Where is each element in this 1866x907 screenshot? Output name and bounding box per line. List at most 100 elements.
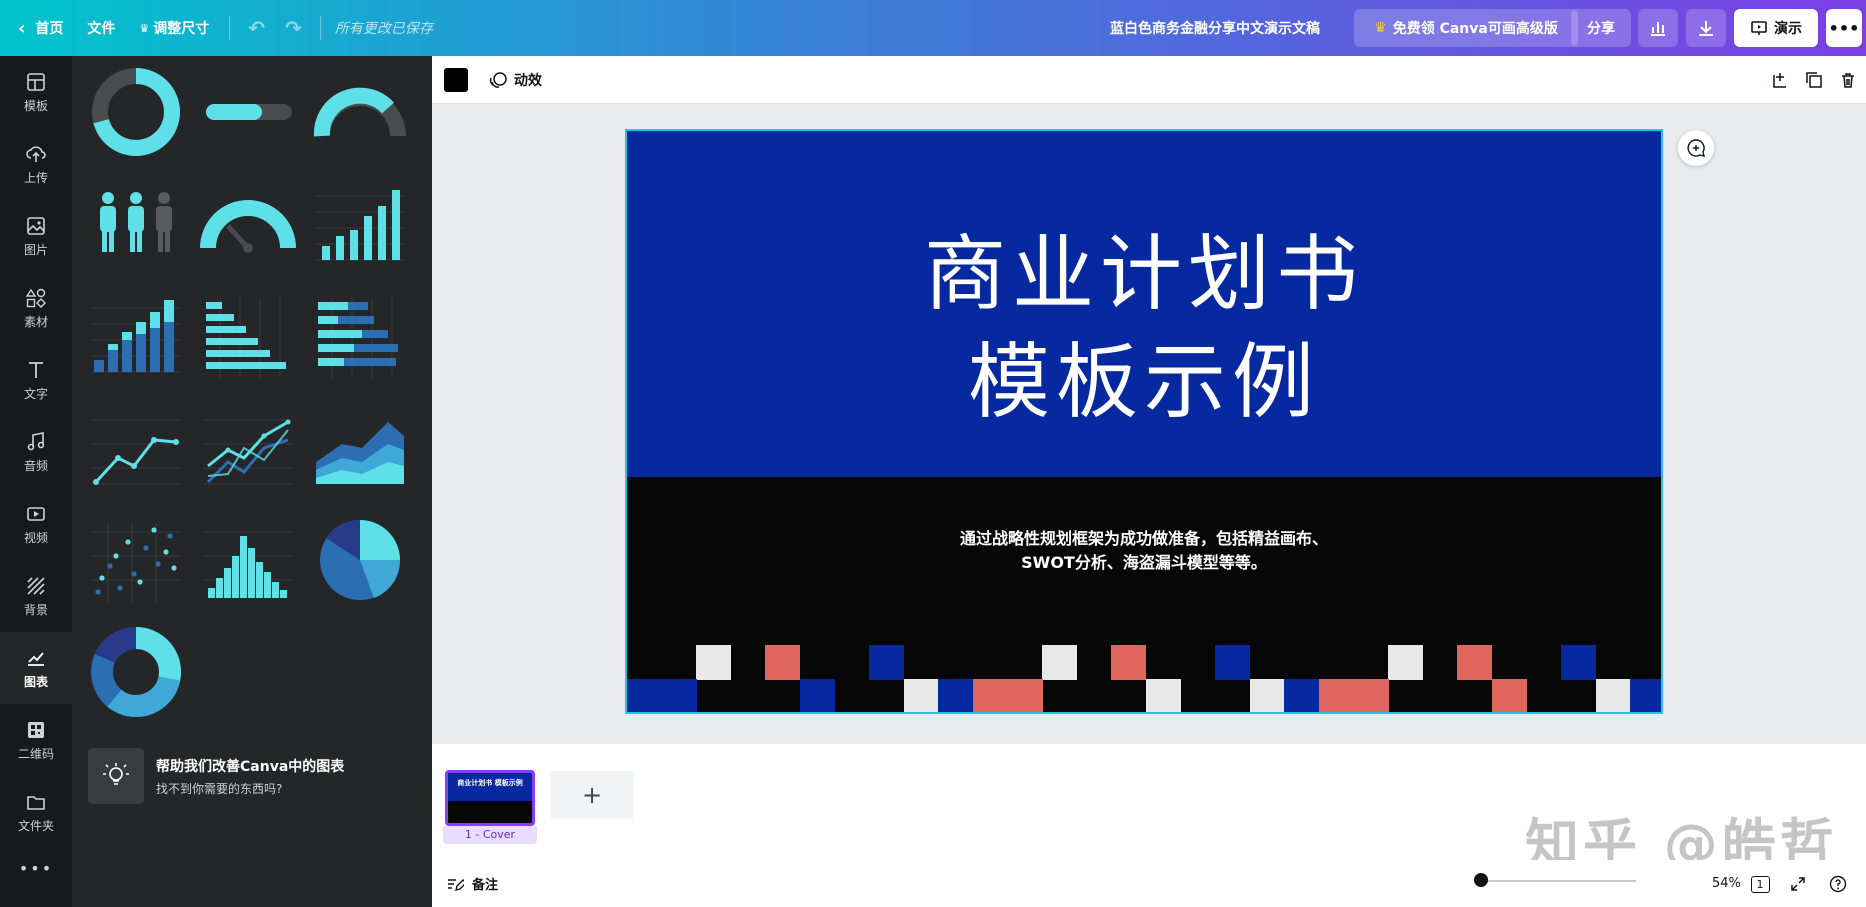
comment-add-icon (1687, 139, 1705, 157)
donut-progress-chart-tile[interactable] (88, 64, 184, 160)
bar-chart-icon (1651, 22, 1665, 36)
elements-icon (25, 288, 46, 308)
top-bar: ‹ 首页 文件 ♛ 调整尺寸 ↶ ↷ 所有更改已保存 蓝白色商务金融分享中文演示… (0, 0, 1866, 56)
pixel-block (627, 679, 662, 712)
zoom-slider-handle[interactable] (1474, 873, 1488, 887)
sidebar-item-label: 背景 (23, 602, 48, 617)
undo-icon: ↶ (248, 16, 266, 40)
slide-cover[interactable]: 商业计划书 模板示例 通过战略性规划框架为成功做准备，包括精益画布、 SWOT分… (625, 129, 1663, 714)
sidebar-item-uploads[interactable]: 上传 (0, 128, 72, 200)
zoom-slider-track[interactable] (1474, 880, 1636, 882)
stacked-bar-tile[interactable] (312, 288, 408, 384)
fullscreen-button[interactable] (1784, 870, 1812, 898)
line-chart-tile[interactable] (88, 400, 184, 496)
present-button[interactable]: 演示 (1734, 9, 1818, 47)
help-button[interactable] (1824, 870, 1852, 898)
sidebar-item-templates[interactable]: 模板 (0, 56, 72, 128)
half-dial-tile[interactable] (312, 64, 408, 160)
pixel-block (1042, 645, 1078, 680)
sidebar-item-qrcode[interactable]: 二维码 (0, 704, 72, 776)
page-thumbnail-label: 1 - Cover (443, 826, 537, 844)
duplicate-page-button[interactable] (1800, 66, 1828, 94)
area-chart-tile[interactable] (312, 400, 408, 496)
progress-bar-tile[interactable] (200, 64, 296, 160)
undo-button[interactable]: ↶ (238, 0, 275, 56)
color-swatch[interactable] (444, 67, 468, 92)
sidebar-item-audio[interactable]: 音频 (0, 416, 72, 488)
slide-title[interactable]: 商业计划书 模板示例 (627, 221, 1661, 437)
crown-icon: ♛ (139, 21, 150, 35)
download-button[interactable] (1686, 9, 1726, 47)
page-count: 1 (1750, 875, 1770, 893)
sidebar-item-label: 图表 (23, 674, 48, 689)
home-button[interactable]: ‹ 首页 (0, 0, 75, 56)
delete-page-button[interactable] (1834, 66, 1862, 94)
resize-button[interactable]: ♛ 调整尺寸 (127, 0, 221, 56)
text-icon (29, 361, 43, 378)
pixel-block (1492, 679, 1527, 712)
document-title[interactable]: 蓝白色商务金融分享中文演示文稿 (1110, 0, 1320, 56)
more-button[interactable]: ••• (1826, 9, 1862, 47)
background-icon (27, 576, 45, 595)
audio-icon (27, 431, 45, 450)
sidebar-item-label: 素材 (23, 314, 48, 329)
histogram-tile[interactable] (200, 512, 296, 608)
column-chart-tile[interactable] (312, 176, 408, 272)
crown-icon: ♛ (1374, 20, 1387, 36)
add-page-icon (1773, 73, 1786, 88)
pixel-block (1284, 679, 1320, 712)
sidebar-item-video[interactable]: 视频 (0, 488, 72, 560)
sidebar-item-label: 图片 (23, 242, 48, 257)
feedback-card[interactable]: 帮助我们改善Canva中的图表 找不到你需要的东西吗? (88, 746, 418, 806)
pixel-block (1007, 679, 1043, 712)
redo-icon: ↷ (285, 16, 302, 40)
share-button[interactable]: 分享 (1571, 9, 1631, 47)
sidebar-item-charts[interactable]: 图表 (0, 632, 72, 704)
present-label: 演示 (1774, 21, 1802, 37)
insights-button[interactable] (1638, 9, 1678, 47)
redo-button[interactable]: ↷ (275, 0, 312, 56)
lightbulb-icon (88, 748, 144, 804)
stacked-column-tile[interactable] (88, 288, 184, 384)
slide-subtitle-line: SWOT分析、海盗漏斗模型等等。 (1021, 553, 1267, 572)
sidebar-more-button[interactable]: ••• (0, 848, 72, 888)
add-page-button[interactable] (1766, 66, 1794, 94)
pixel-block (800, 679, 835, 712)
divider (229, 16, 231, 40)
zoom-level[interactable]: 54% (1712, 876, 1741, 891)
premium-button[interactable]: ♛ 免费领 Canva可画高级版 (1354, 9, 1578, 47)
add-page-thumb-button[interactable]: + (550, 771, 634, 819)
page-thumbnail[interactable]: 商业计划书 模板示例 (445, 770, 535, 826)
notes-label: 备注 (472, 878, 499, 893)
pictogram-tile[interactable] (88, 176, 184, 272)
bar-chart-tile[interactable] (200, 288, 296, 384)
add-comment-button[interactable] (1678, 130, 1714, 166)
editor-toolbar: 动效 (432, 56, 1866, 104)
gauge-tile[interactable] (200, 176, 296, 272)
help-icon (1829, 875, 1847, 893)
photo-icon (27, 216, 45, 235)
sidebar-item-text[interactable]: 文字 (0, 344, 72, 416)
pixel-block (1595, 679, 1631, 712)
file-menu-button[interactable]: 文件 (75, 0, 127, 56)
sidebar-item-folders[interactable]: 文件夹 (0, 776, 72, 848)
duplicate-icon (1806, 72, 1822, 88)
animate-button[interactable]: 动效 (488, 70, 542, 90)
page-count-button[interactable]: 1 (1746, 870, 1774, 898)
pixel-block (1215, 645, 1251, 680)
sidebar: 模板 上传 图片 素材 文字 音频 视频 背景 图表 二维码 文件夹 ••• (0, 56, 72, 907)
scatter-plot-tile[interactable] (88, 512, 184, 608)
video-icon (27, 506, 45, 521)
feedback-title: 帮助我们改善Canva中的图表 (156, 758, 345, 775)
donut-chart-tile[interactable] (88, 624, 184, 720)
pixel-block (1319, 679, 1354, 712)
slide-subtitle[interactable]: 通过战略性规划框架为成功做准备，包括精益画布、 SWOT分析、海盗漏斗模型等等。 (627, 527, 1661, 575)
multi-line-chart-tile[interactable] (200, 400, 296, 496)
home-label: 首页 (35, 21, 64, 37)
notes-button[interactable]: 备注 (446, 874, 498, 893)
sidebar-item-photos[interactable]: 图片 (0, 200, 72, 272)
slide-title-line: 模板示例 (967, 335, 1320, 430)
sidebar-item-elements[interactable]: 素材 (0, 272, 72, 344)
sidebar-item-background[interactable]: 背景 (0, 560, 72, 632)
pie-chart-tile[interactable] (312, 512, 408, 608)
